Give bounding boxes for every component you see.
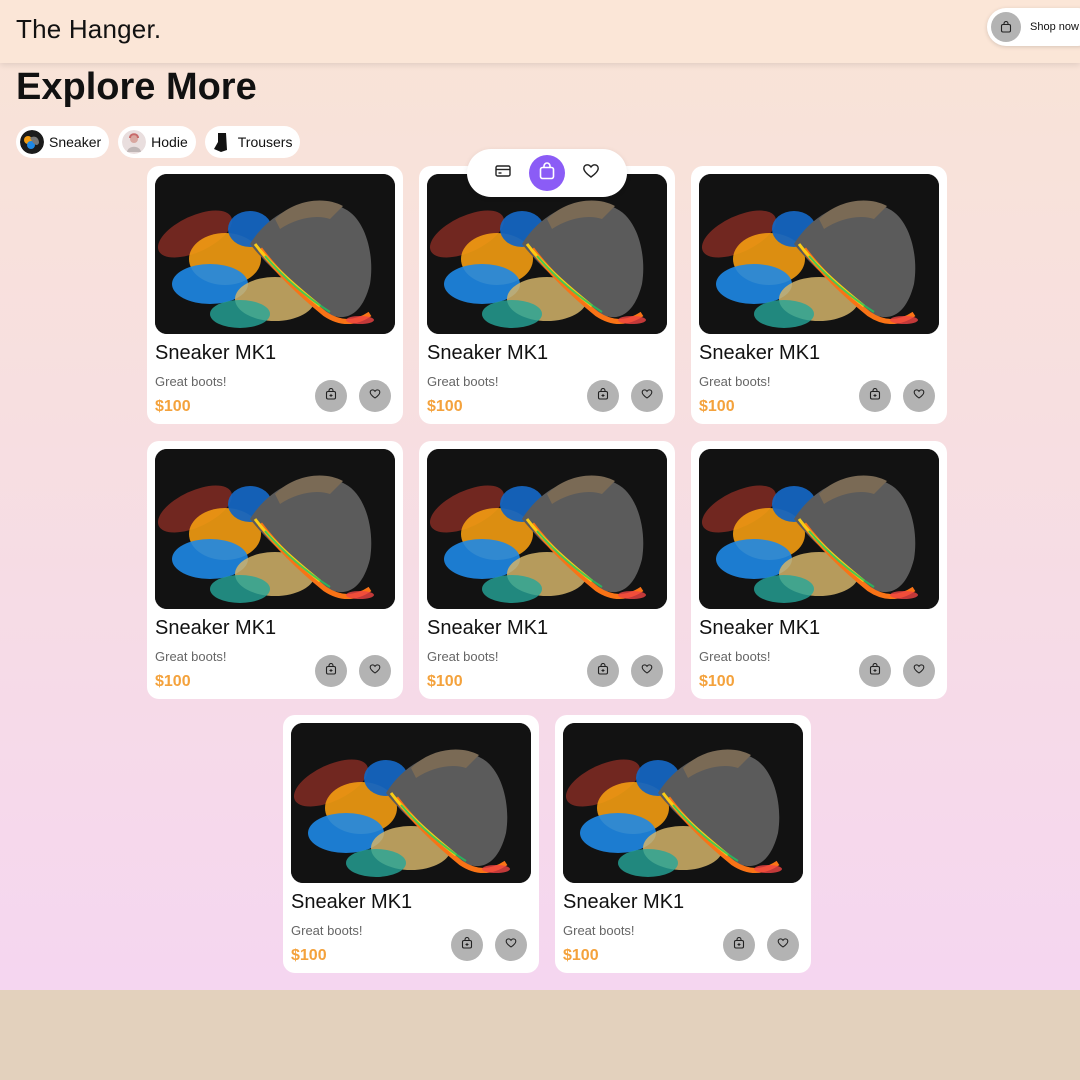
bag-icon	[597, 662, 609, 680]
favorite-button[interactable]	[359, 655, 391, 687]
bag-button[interactable]	[529, 155, 565, 191]
product-image	[427, 449, 667, 609]
sneaker-thumb-icon	[20, 130, 44, 154]
favorite-button[interactable]	[767, 929, 799, 961]
floating-action-bar	[467, 149, 627, 197]
heart-icon	[913, 387, 925, 405]
favorite-button[interactable]	[495, 929, 527, 961]
heart-icon	[369, 662, 381, 680]
shop-now-button[interactable]: Shop now	[987, 8, 1080, 46]
heart-icon	[505, 936, 517, 954]
favorite-button[interactable]	[631, 380, 663, 412]
add-to-bag-button[interactable]	[859, 380, 891, 412]
trousers-thumb-icon	[208, 130, 233, 154]
chip-label: Trousers	[237, 134, 293, 150]
card-icon	[494, 162, 512, 185]
favorite-button[interactable]	[631, 655, 663, 687]
add-to-bag-button[interactable]	[451, 929, 483, 961]
product-description: Great boots!	[699, 374, 771, 389]
wishlist-button[interactable]	[573, 155, 609, 191]
product-price: $100	[563, 947, 599, 964]
favorite-button[interactable]	[903, 380, 935, 412]
product-image	[427, 174, 667, 334]
product-image	[563, 723, 803, 883]
product-price: $100	[699, 673, 735, 690]
product-price: $100	[291, 947, 327, 964]
chip-trousers[interactable]: Trousers	[204, 126, 301, 158]
heart-icon	[777, 936, 789, 954]
bag-icon	[537, 161, 557, 186]
product-card[interactable]: Sneaker MK1 Great boots! $100	[419, 441, 675, 699]
bag-icon	[325, 662, 337, 680]
heart-icon	[582, 162, 600, 185]
product-description: Great boots!	[427, 374, 499, 389]
bag-icon	[869, 662, 881, 680]
top-header: The Hanger. Shop now	[0, 0, 1080, 63]
product-description: Great boots!	[699, 649, 771, 664]
bag-icon	[325, 387, 337, 405]
bag-icon	[991, 12, 1021, 42]
product-description: Great boots!	[155, 374, 227, 389]
product-price: $100	[699, 398, 735, 415]
chip-hoodie[interactable]: Hodie	[118, 126, 196, 158]
product-image	[155, 449, 395, 609]
page-title: Explore More	[16, 66, 257, 108]
product-image	[699, 174, 939, 334]
shop-now-label: Shop now	[1030, 21, 1079, 33]
favorite-button[interactable]	[903, 655, 935, 687]
add-to-bag-button[interactable]	[587, 380, 619, 412]
bag-icon	[733, 936, 745, 954]
chip-label: Hodie	[151, 134, 188, 150]
chip-label: Sneaker	[49, 134, 102, 150]
product-name: Sneaker MK1	[563, 891, 685, 913]
product-card[interactable]: Sneaker MK1 Great boots! $100	[691, 441, 947, 699]
favorite-button[interactable]	[359, 380, 391, 412]
product-name: Sneaker MK1	[699, 342, 821, 364]
add-to-bag-button[interactable]	[587, 655, 619, 687]
product-card[interactable]: Sneaker MK1 Great boots! $100	[147, 166, 403, 424]
product-name: Sneaker MK1	[291, 891, 413, 913]
chip-sneaker[interactable]: Sneaker	[16, 126, 110, 158]
heart-icon	[369, 387, 381, 405]
product-card[interactable]: Sneaker MK1 Great boots! $100	[419, 166, 675, 424]
product-name: Sneaker MK1	[155, 617, 277, 639]
product-card[interactable]: Sneaker MK1 Great boots! $100	[283, 715, 539, 973]
product-card[interactable]: Sneaker MK1 Great boots! $100	[147, 441, 403, 699]
product-name: Sneaker MK1	[699, 617, 821, 639]
card-button[interactable]	[485, 155, 521, 191]
bag-icon	[869, 387, 881, 405]
add-to-bag-button[interactable]	[723, 929, 755, 961]
product-price: $100	[155, 673, 191, 690]
product-price: $100	[427, 398, 463, 415]
category-chips: Sneaker Hodie Trousers	[16, 126, 301, 158]
brand-logo[interactable]: The Hanger.	[16, 14, 161, 45]
add-to-bag-button[interactable]	[315, 655, 347, 687]
product-description: Great boots!	[291, 923, 363, 938]
product-description: Great boots!	[427, 649, 499, 664]
product-price: $100	[427, 673, 463, 690]
product-price: $100	[155, 398, 191, 415]
product-image	[155, 174, 395, 334]
product-name: Sneaker MK1	[155, 342, 277, 364]
heart-icon	[641, 387, 653, 405]
product-image	[291, 723, 531, 883]
product-description: Great boots!	[563, 923, 635, 938]
product-name: Sneaker MK1	[427, 617, 549, 639]
product-card[interactable]: Sneaker MK1 Great boots! $100	[555, 715, 811, 973]
heart-icon	[913, 662, 925, 680]
bag-icon	[597, 387, 609, 405]
product-description: Great boots!	[155, 649, 227, 664]
product-card[interactable]: Sneaker MK1 Great boots! $100	[691, 166, 947, 424]
product-name: Sneaker MK1	[427, 342, 549, 364]
add-to-bag-button[interactable]	[315, 380, 347, 412]
heart-icon	[641, 662, 653, 680]
product-image	[699, 449, 939, 609]
hoodie-thumb-icon	[122, 130, 147, 154]
add-to-bag-button[interactable]	[859, 655, 891, 687]
bag-icon	[461, 936, 473, 954]
